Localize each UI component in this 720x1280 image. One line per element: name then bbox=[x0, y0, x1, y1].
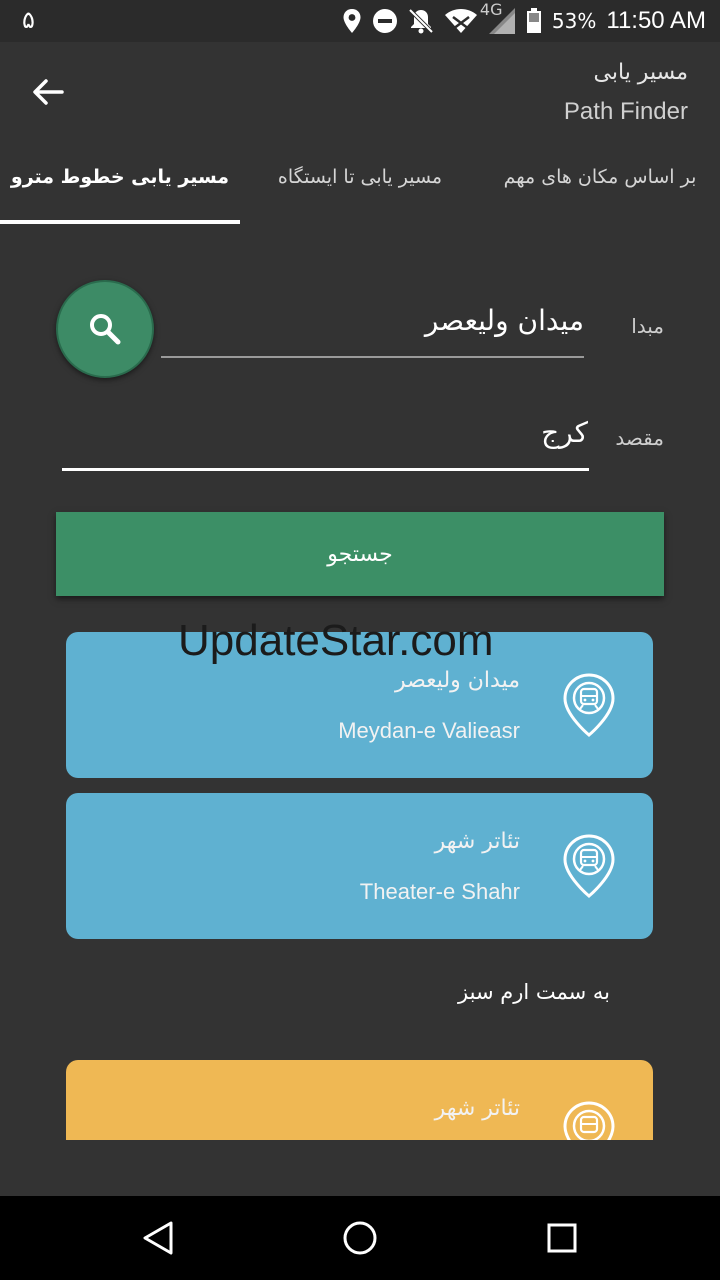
origin-label: مبدا bbox=[631, 314, 664, 338]
page-subtitle: Path Finder bbox=[563, 98, 688, 125]
tab-bar: مسیر یابی خطوط مترو مسیر یابی تا ایستگاه… bbox=[0, 152, 720, 224]
metro-station-pin-icon bbox=[563, 673, 615, 737]
destination-label: مقصد bbox=[615, 426, 664, 450]
nav-home-button[interactable] bbox=[338, 1216, 382, 1260]
origin-underline bbox=[161, 356, 584, 358]
tab-indicator bbox=[0, 220, 240, 224]
wifi-icon bbox=[444, 6, 478, 36]
arrow-left-icon bbox=[33, 79, 64, 105]
destination-underline bbox=[62, 468, 589, 471]
metro-station-pin-icon bbox=[563, 834, 615, 898]
watermark-text: UpdateStar.com bbox=[178, 616, 494, 665]
nav-recents-button[interactable] bbox=[540, 1216, 584, 1260]
station-card[interactable]: تئاتر شهر Theater-e Shahr bbox=[66, 793, 653, 939]
tab-by-places[interactable]: بر اساس مکان های مهم bbox=[480, 166, 720, 216]
tab-metro-lines[interactable]: مسیر یابی خطوط مترو bbox=[0, 166, 240, 216]
search-icon bbox=[90, 314, 121, 345]
search-fab-button[interactable] bbox=[56, 280, 154, 378]
destination-input[interactable]: کرج bbox=[541, 416, 588, 449]
status-bar: ۵ 4G 53% 11:50 AM bbox=[0, 0, 720, 42]
triangle-back-icon bbox=[143, 1221, 173, 1255]
origin-input[interactable]: میدان ولیعصر bbox=[425, 304, 584, 337]
nav-back-button[interactable] bbox=[136, 1216, 180, 1260]
app-screen: مسیر یابی Path Finder مسیر یابی خطوط متر… bbox=[0, 42, 720, 1196]
battery-percent: 53% bbox=[551, 9, 597, 33]
station-name-fa: تئاتر شهر bbox=[434, 829, 520, 854]
station-name-en: Meydan-e Valieasr bbox=[338, 718, 520, 743]
circle-home-icon bbox=[343, 1221, 377, 1255]
station-name-en: Theater-e Shahr bbox=[359, 879, 520, 904]
direction-label: به سمت ارم سبز bbox=[458, 980, 610, 1004]
square-recents-icon bbox=[547, 1223, 577, 1253]
page-title: مسیر یابی bbox=[593, 60, 688, 85]
search-button[interactable]: جستجو bbox=[56, 512, 664, 596]
location-icon bbox=[342, 6, 362, 36]
notification-digit: ۵ bbox=[22, 6, 35, 34]
do-not-disturb-icon bbox=[372, 6, 398, 36]
navigation-bar bbox=[0, 1196, 720, 1280]
notifications-off-icon bbox=[408, 6, 434, 36]
toolbar: مسیر یابی Path Finder bbox=[0, 42, 720, 152]
station-name-fa: تئاتر شهر bbox=[434, 1096, 520, 1121]
network-type: 4G bbox=[479, 0, 503, 19]
back-button[interactable] bbox=[26, 70, 70, 114]
bottom-spacer bbox=[0, 1140, 720, 1196]
tab-to-station[interactable]: مسیر یابی تا ایستگاه bbox=[240, 166, 480, 216]
clock: 11:50 AM bbox=[606, 7, 706, 34]
signal-icon: 4G bbox=[480, 0, 516, 36]
battery-icon bbox=[526, 6, 542, 36]
station-name-fa: میدان ولیعصر bbox=[394, 668, 520, 693]
